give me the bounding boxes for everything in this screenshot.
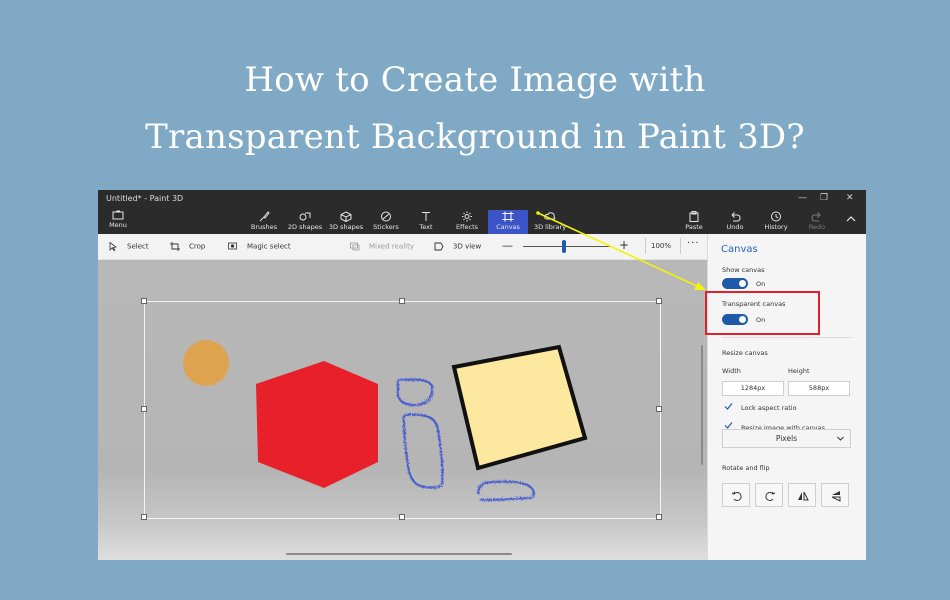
- annotation-arrow: [536, 211, 706, 290]
